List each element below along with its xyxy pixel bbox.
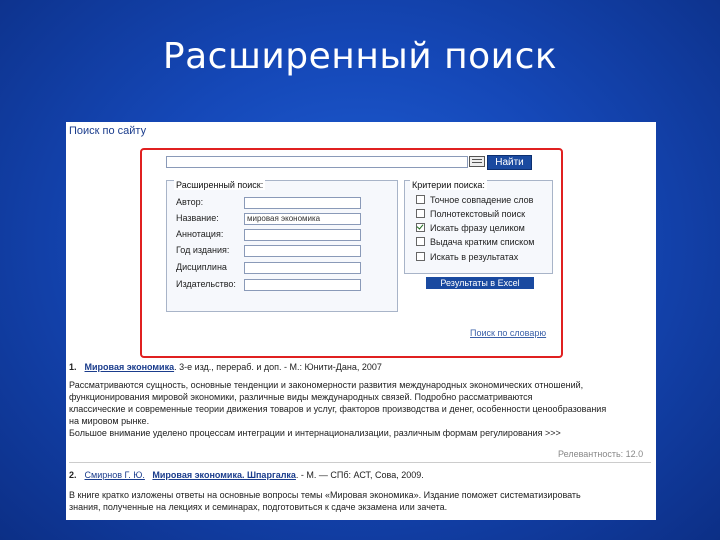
publisher-input[interactable] [244,279,361,291]
site-search-title: Поиск по сайту [69,125,147,137]
criteria-option-label: Точное совпадение слов [430,195,534,205]
result-info: . - М. — СПб: АСТ, Сова, 2009. [295,470,424,480]
discipline-input[interactable] [244,262,361,274]
result-description-line: функционирования мировой экономики, разл… [69,392,533,402]
result-description-line: Рассматриваются сущность, основные тенде… [69,380,584,390]
excel-results-button[interactable]: Результаты в Excel [426,277,534,289]
result-description-line: В книге кратко изложены ответы на основн… [69,490,581,500]
checkbox-icon[interactable] [416,252,425,261]
criteria-option-label: Выдача кратким списком [430,237,535,247]
criteria-option-in-results[interactable]: Искать в результатах [416,252,518,262]
annotation-input[interactable] [244,229,361,241]
search-criteria-title: Критерии поиска: [410,180,487,190]
criteria-option-exact[interactable]: Точное совпадение слов [416,195,533,205]
result-title-link[interactable]: Мировая экономика [85,362,175,372]
result-info: . 3-е изд., перераб. и доп. - М.: Юнити-… [174,362,382,372]
result-description-line: классические и современные теории движен… [69,404,607,414]
result-description-line: знания, полученные на лекциях и семинара… [69,502,448,512]
result-divider [69,462,651,463]
year-input[interactable] [244,245,361,257]
result-description-line: на мировом рынке. [69,416,150,426]
find-button[interactable]: Найти [487,155,532,170]
criteria-option-label: Полнотекстовый поиск [430,209,526,219]
result-author-link[interactable]: Смирнов Г. Ю. [85,470,145,480]
vocabulary-search-link[interactable]: Поиск по словарю [470,328,546,338]
result-relevance: Релевантность: 12.0 [558,449,644,459]
result-number: 2. [69,470,77,480]
result-more-link[interactable]: Большое внимание уделено процессам интег… [69,428,561,440]
publisher-label: Издательство: [176,279,236,289]
advanced-search-title: Расширенный поиск: [174,180,266,190]
slide-title: Расширенный поиск [162,36,558,77]
checkbox-icon[interactable] [416,209,425,218]
year-label: Год издания: [176,245,230,255]
result-number: 1. [69,362,77,372]
keyboard-icon[interactable] [469,156,485,167]
title-input[interactable]: мировая экономика [244,213,361,225]
search-input[interactable] [166,156,468,168]
criteria-option-label: Искать в результатах [430,252,519,262]
result-item-2: 2. Смирнов Г. Ю. Мировая экономика. Шпарг… [69,470,424,480]
checkbox-icon[interactable] [416,237,425,246]
annotation-label: Аннотация: [176,229,224,239]
author-input[interactable] [244,197,361,209]
result-title-link[interactable]: Мировая экономика. Шпаргалка [152,470,296,480]
website-screenshot: Поиск по сайту Найти Расширенный поиск: … [66,122,656,520]
checkbox-checked-icon[interactable] [416,223,425,232]
result-item-1: 1. Мировая экономика. 3-е изд., перераб. … [69,362,382,372]
checkbox-icon[interactable] [416,195,425,204]
criteria-option-short-list[interactable]: Выдача кратким списком [416,237,534,247]
criteria-option-phrase[interactable]: Искать фразу целиком [416,223,525,233]
criteria-option-fulltext[interactable]: Полнотекстовый поиск [416,209,525,219]
criteria-option-label: Искать фразу целиком [430,223,525,233]
title-label: Название: [176,213,219,223]
author-label: Автор: [176,197,204,207]
discipline-label: Дисциплина [176,262,227,272]
